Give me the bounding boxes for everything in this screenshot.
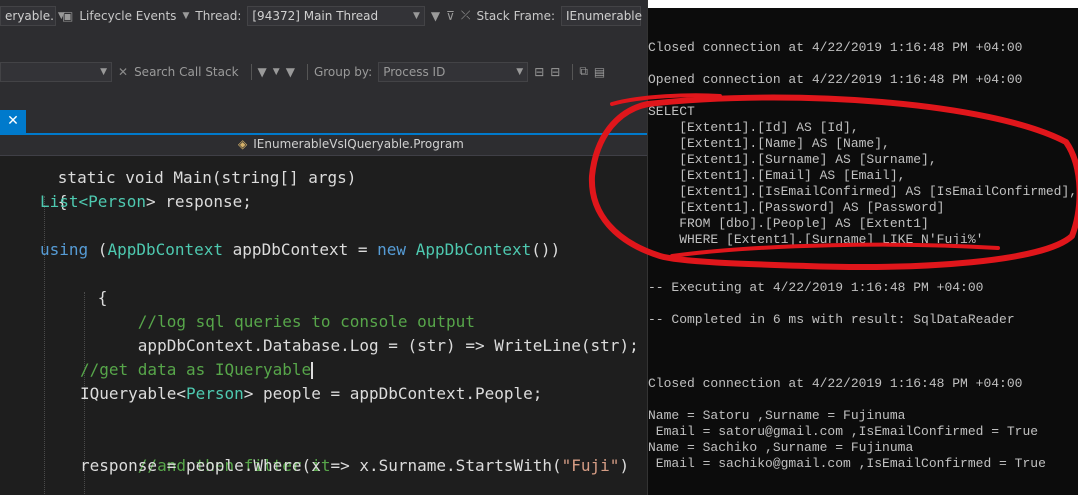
console-line: Closed connection at 4/22/2019 1:16:48 P… xyxy=(648,376,1023,391)
collapse-icon[interactable]: ⤫ xyxy=(461,8,471,23)
call-stack-toolbar: ▼ ✕ Search Call Stack ▼ ▼ ▼ Group by: Pr… xyxy=(0,56,647,88)
console-line: -- Executing at 4/22/2019 1:16:48 PM +04… xyxy=(648,280,984,295)
group-by-label: Group by: xyxy=(313,64,373,79)
code-token: ()) xyxy=(531,240,561,259)
class-navigation-dropdown[interactable]: ◈ IEnumerableVsIQueryable.Program xyxy=(238,137,464,151)
document-tab-strip: ✕ xyxy=(0,110,647,135)
code-line: //and then filter it xyxy=(80,430,331,475)
console-line: [Extent1].[Password] AS [Password] xyxy=(648,200,945,215)
type-token: AppDbContext xyxy=(107,240,224,259)
class-name: IEnumerableVsIQueryable.Program xyxy=(253,137,464,151)
code-token: ) xyxy=(619,456,630,475)
method-signature: static void Main(string[] args) xyxy=(57,168,357,187)
toolbar-divider xyxy=(306,63,308,80)
type-token: AppDbContext xyxy=(415,240,532,259)
console-output-window: Closed connection at 4/22/2019 1:16:48 P… xyxy=(647,0,1078,495)
code-token: appDbContext = xyxy=(223,240,378,259)
code-line: appDbContext.Database.Log = (str) => Wri… xyxy=(80,310,639,355)
code-line: //get data as IQueryable xyxy=(80,358,314,382)
text-cursor xyxy=(311,362,314,379)
visual-studio-window: eryable. ▼ ▣ Lifecycle Events ▼ Thread: … xyxy=(0,0,647,495)
chevron-down-icon: ▼ xyxy=(182,10,190,21)
console-line: [Extent1].[Name] AS [Name], xyxy=(648,136,890,151)
chevron-down-icon: ▼ xyxy=(272,66,280,77)
debug-location-toolbar: eryable. ▼ ▣ Lifecycle Events ▼ Thread: … xyxy=(0,0,647,32)
stack-frame-combo[interactable]: IEnumerable xyxy=(561,5,643,26)
chevron-down-icon: ▼ xyxy=(100,66,107,77)
filter-icon[interactable]: ▼ xyxy=(258,65,267,79)
console-line: Name = Sachiko ,Surname = Fujinuma xyxy=(648,440,914,455)
toolbar-gap xyxy=(0,31,647,56)
console-line: Closed connection at 4/22/2019 1:16:48 P… xyxy=(648,40,1023,55)
code-line: IQueryable<Person> people = appDbContext… xyxy=(80,382,542,406)
console-line: Name = Satoru ,Surname = Fujinuma xyxy=(648,408,906,423)
stack-frame-label: Stack Frame: xyxy=(476,8,555,23)
code-line: //log sql queries to console output xyxy=(80,286,475,331)
code-token: ( xyxy=(88,240,108,259)
console-line: Email = satoru@gmail.com ,IsEmailConfirm… xyxy=(648,424,1039,439)
keyword-token: new xyxy=(377,240,407,259)
code-token: response = people.Where(x => x.Surname.S… xyxy=(80,456,562,475)
stack-frame-value: IEnumerable xyxy=(566,8,643,23)
code-line: { xyxy=(0,166,68,211)
search-call-stack-label[interactable]: Search Call Stack xyxy=(134,65,238,79)
console-title-strip xyxy=(648,0,1078,8)
call-stack-search-combo[interactable]: ▼ xyxy=(0,61,112,82)
code-editor[interactable]: static void Main(string[] args) { List<P… xyxy=(0,140,647,495)
navigation-bar: ◈ IEnumerableVsIQueryable.Program xyxy=(0,135,647,156)
console-line: SELECT xyxy=(648,104,695,119)
toolbar-gap xyxy=(0,87,647,110)
filter-icon[interactable]: ▼ xyxy=(431,9,440,23)
type-token: Person xyxy=(88,192,146,211)
code-line: List<Person> response; xyxy=(40,190,252,214)
clear-search-icon[interactable]: ✕ xyxy=(118,65,128,79)
console-line: FROM [dbo].[People] AS [Extent1] xyxy=(648,216,929,231)
group-by-combo[interactable]: Process ID ▼ xyxy=(378,61,529,82)
configuration-combo[interactable]: eryable. ▼ xyxy=(0,5,65,26)
keyword-token: using xyxy=(40,240,89,259)
thread-value: [94372] Main Thread xyxy=(252,8,379,23)
console-line: [Extent1].[IsEmailConfirmed] AS [IsEmail… xyxy=(648,184,1078,199)
string-token: "Fuji" xyxy=(561,456,620,475)
console-line: [Extent1].[Surname] AS [Surname], xyxy=(648,152,937,167)
toolbar-divider xyxy=(572,63,574,80)
thread-label: Thread: xyxy=(195,8,242,23)
code-line: response = people.Where(x => x.Surname.S… xyxy=(80,454,629,478)
configuration-value: eryable. xyxy=(5,8,54,23)
collapse-groups-icon[interactable]: ⊟ xyxy=(550,65,560,79)
code-token: IQueryable< xyxy=(80,384,186,403)
thread-combo[interactable]: [94372] Main Thread ▼ xyxy=(247,5,425,26)
expand-groups-icon[interactable]: ⊟ xyxy=(534,65,544,79)
chevron-down-icon: ▼ xyxy=(412,10,420,21)
code-line: using (AppDbContext appDbContext = new A… xyxy=(40,238,560,262)
code-token: appDbContext.Database.Log = (str) => Wri… xyxy=(137,336,639,355)
code-token: > response; xyxy=(145,192,252,211)
copy-icon[interactable]: ⧉ xyxy=(579,64,588,79)
toolbar-divider xyxy=(250,63,252,80)
lifecycle-events-icon: ▣ xyxy=(62,8,74,23)
type-token: List< xyxy=(40,192,89,211)
code-line: { xyxy=(40,262,108,307)
console-line: Opened connection at 4/22/2019 1:16:48 P… xyxy=(648,72,1023,87)
lifecycle-events-dropdown[interactable]: Lifecycle Events xyxy=(79,9,176,23)
chevron-down-icon: ▼ xyxy=(516,66,524,77)
comment-token: //get data as IQueryable xyxy=(80,360,312,379)
group-by-value: Process ID xyxy=(383,64,446,79)
console-line: Email = sachiko@gmail.com ,IsEmailConfir… xyxy=(648,456,1046,471)
console-line: WHERE [Extent1].[Surname] LIKE N'Fuji%' xyxy=(648,232,984,247)
type-token: Person xyxy=(185,384,244,403)
console-line: -- Completed in 6 ms with result: SqlDat… xyxy=(648,312,1015,327)
filter-clear-icon[interactable]: ▼ xyxy=(286,65,295,79)
close-tab-icon[interactable]: ✕ xyxy=(0,110,26,133)
code-token: > people = appDbContext.People; xyxy=(243,384,543,403)
filter-toggle-icon[interactable]: ⊽ xyxy=(446,9,455,23)
console-line: [Extent1].[Email] AS [Email], xyxy=(648,168,906,183)
class-icon: ◈ xyxy=(238,137,248,151)
console-line: [Extent1].[Id] AS [Id], xyxy=(648,120,859,135)
view-icon[interactable]: ▤ xyxy=(594,65,605,79)
